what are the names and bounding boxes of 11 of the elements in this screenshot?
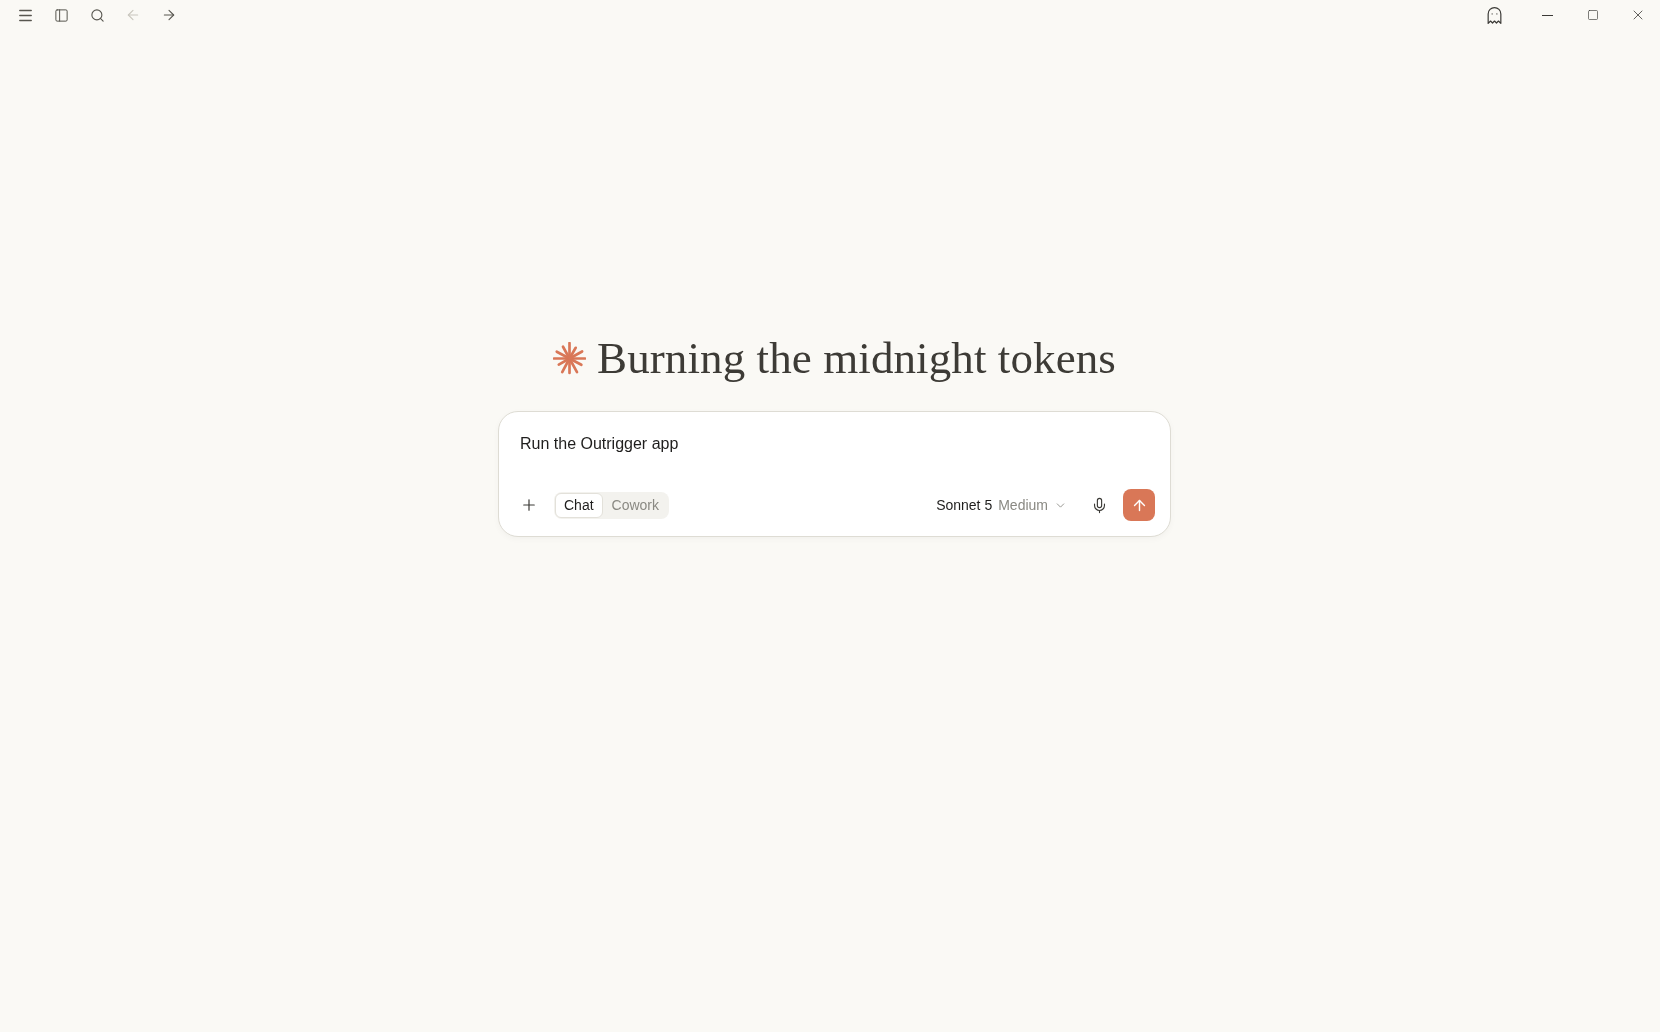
panel-icon [53,7,69,23]
search-icon [89,7,105,23]
mode-tab[interactable]: Chat [555,492,603,518]
plus-icon [520,496,538,514]
maximize-icon [1586,9,1599,21]
send-button[interactable] [1123,489,1155,521]
model-selector[interactable]: Sonnet 5 Medium [932,491,1071,519]
greeting-heading: Burning the midnight tokens [597,333,1116,383]
spark-icon [553,341,587,375]
minimize-icon [1542,14,1553,16]
prompt-input[interactable]: Run the Outrigger app [513,432,1155,456]
